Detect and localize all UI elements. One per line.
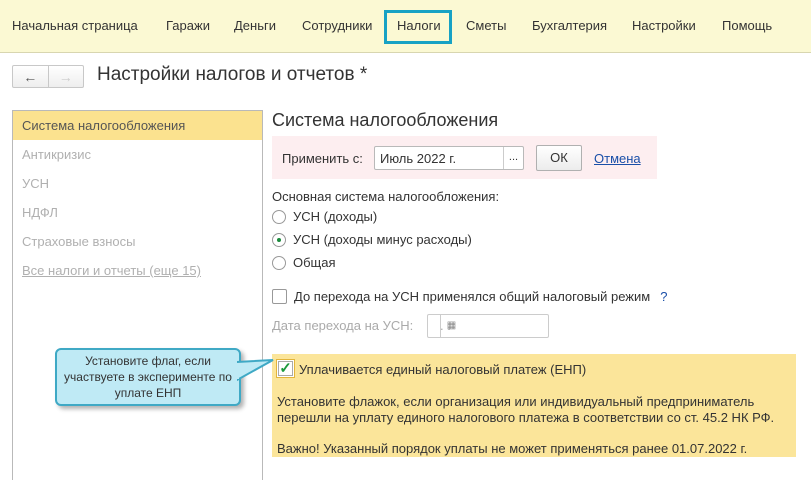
back-arrow-icon[interactable]: ←	[13, 66, 49, 87]
history-buttons: ← →	[12, 65, 84, 88]
section-heading: Система налогообложения	[272, 110, 499, 130]
sidebar-item-usn[interactable]: УСН	[13, 169, 262, 198]
prior-general-checkbox[interactable]: До перехода на УСН применялся общий нало…	[272, 289, 667, 304]
forward-arrow-icon[interactable]: →	[49, 66, 84, 87]
nav-employees[interactable]: Сотрудники	[302, 18, 372, 33]
sidebar-item-insurance[interactable]: Страховые взносы	[13, 227, 262, 256]
checkbox-label: До перехода на УСН применялся общий нало…	[294, 289, 651, 304]
enp-panel: ✓ Уплачивается единый налоговый платеж (…	[272, 354, 796, 457]
sidebar-item-tax-system[interactable]: Система налогообложения	[13, 111, 262, 140]
ok-button[interactable]: ОК	[536, 145, 582, 171]
nav-estimates[interactable]: Сметы	[466, 18, 506, 33]
radio-circle-icon	[272, 209, 286, 224]
callout-pointer-icon	[237, 359, 274, 382]
enp-label: Уплачивается единый налоговый платеж (ЕН…	[299, 362, 587, 377]
apply-from-value: Июль 2022 г.	[380, 151, 457, 166]
help-icon[interactable]: ?	[660, 289, 667, 304]
radio-label: УСН (доходы минус расходы)	[293, 232, 472, 247]
radio-label: Общая	[293, 255, 336, 270]
sidebar: Система налогообложения Антикризис УСН Н…	[12, 110, 263, 480]
nav-money[interactable]: Деньги	[234, 18, 276, 33]
apply-from-panel: Применить с: Июль 2022 г. ... ОК Отмена	[272, 136, 657, 179]
page-title: Настройки налогов и отчетов *	[97, 64, 368, 85]
cancel-link[interactable]: Отмена	[594, 151, 641, 166]
apply-from-input[interactable]: Июль 2022 г. ...	[374, 146, 524, 170]
callout-text: Установите флаг, если участвуете в экспе…	[64, 354, 232, 400]
calendar-icon[interactable]: ▦	[440, 315, 462, 337]
transition-date-input[interactable]: . . ▦	[427, 314, 549, 338]
nav-garages[interactable]: Гаражи	[166, 18, 210, 33]
checkmark-icon: ✓	[278, 360, 293, 377]
nav-accounting[interactable]: Бухгалтерия	[532, 18, 607, 33]
checkbox-icon	[272, 289, 287, 304]
sidebar-item-anticrisis[interactable]: Антикризис	[13, 140, 262, 169]
radio-usn-income-expenses[interactable]: УСН (доходы минус расходы)	[272, 232, 472, 247]
nav-help[interactable]: Помощь	[722, 18, 772, 33]
tax-system-label: Основная система налогообложения:	[272, 189, 500, 204]
radio-general[interactable]: Общая	[272, 255, 336, 270]
apply-from-label: Применить с:	[282, 151, 363, 166]
nav-taxes[interactable]: Налоги	[397, 18, 441, 33]
enp-checkbox[interactable]: ✓	[276, 359, 295, 378]
transition-date-label: Дата перехода на УСН:	[272, 318, 414, 333]
radio-selected-icon	[272, 232, 286, 247]
radio-usn-income[interactable]: УСН (доходы)	[272, 209, 377, 224]
enp-important: Важно! Указанный порядок уплаты не может…	[277, 441, 748, 456]
sidebar-item-ndfl[interactable]: НДФЛ	[13, 198, 262, 227]
enp-description: Установите флажок, если организация или …	[277, 394, 775, 425]
radio-circle-icon	[272, 255, 286, 270]
radio-label: УСН (доходы)	[293, 209, 378, 224]
sidebar-item-all-taxes[interactable]: Все налоги и отчеты (еще 15)	[13, 256, 262, 285]
nav-home[interactable]: Начальная страница	[12, 18, 138, 33]
top-navigation: Начальная страница Гаражи Деньги Сотрудн…	[0, 0, 811, 53]
select-button[interactable]: ...	[503, 147, 523, 169]
nav-settings[interactable]: Настройки	[632, 18, 696, 33]
hint-callout: Установите флаг, если участвуете в экспе…	[55, 348, 274, 406]
